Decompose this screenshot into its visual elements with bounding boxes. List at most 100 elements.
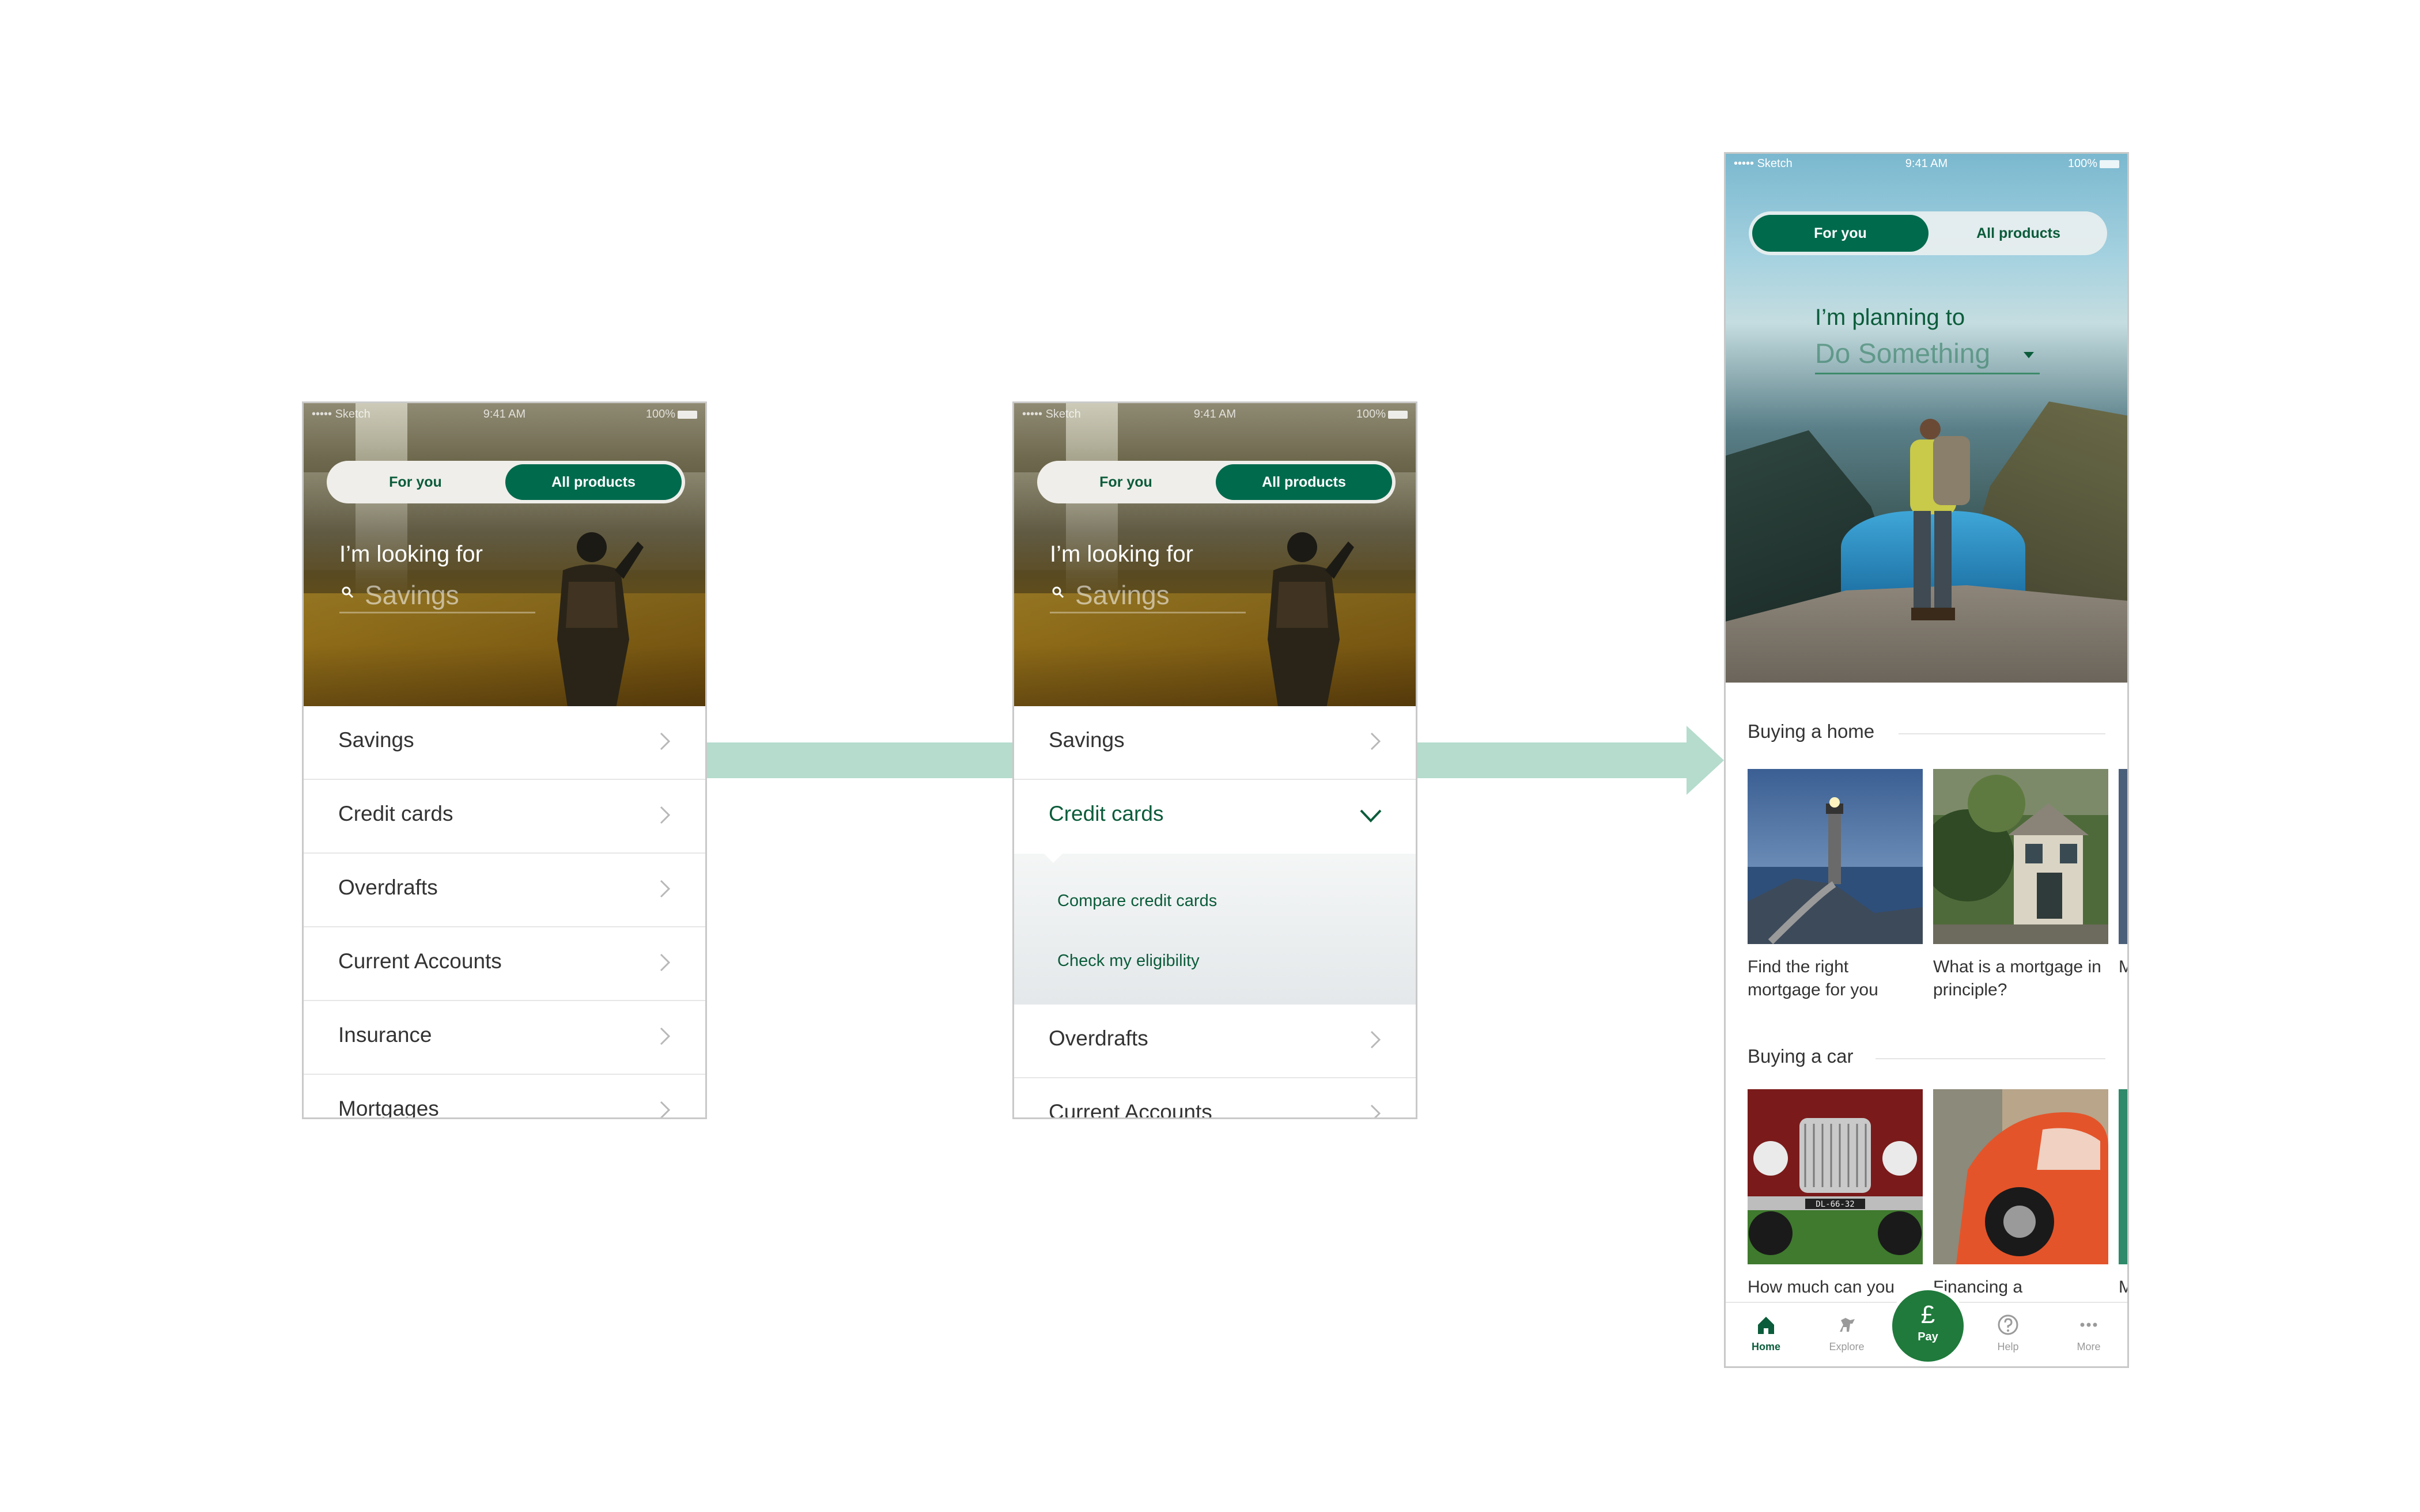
card-mortgage-for-you[interactable]: Find the right mortgage for you <box>1748 769 1923 1002</box>
list-item-overdrafts[interactable]: Overdrafts <box>304 854 705 927</box>
chevron-right-icon <box>660 732 671 751</box>
planning-select[interactable]: Do Something <box>1815 337 2040 374</box>
card-caption: M <box>2119 1276 2127 1299</box>
pay-button[interactable]: £ Pay <box>1889 1287 1967 1365</box>
home-icon <box>1758 1317 1774 1334</box>
check-eligibility-link[interactable]: Check my eligibility <box>1057 952 1200 971</box>
chevron-right-icon <box>660 953 671 972</box>
tab-home-label: Home <box>1751 1341 1780 1352</box>
card-financing-secondhand[interactable]: Financing a secondhand car <box>1933 1089 2108 1322</box>
product-toggle: For you All products <box>327 461 685 503</box>
tab-for-you[interactable]: For you <box>330 464 501 500</box>
battery-icon <box>2100 160 2119 168</box>
list-item-credit-cards-expanded[interactable]: Credit cards <box>1014 780 1416 854</box>
tab-help[interactable]: Help <box>1979 1313 2037 1353</box>
pay-label: Pay <box>1918 1331 1938 1343</box>
card-image-lighthouse <box>1748 769 1923 944</box>
compare-credit-cards-link[interactable]: Compare credit cards <box>1057 892 1217 911</box>
tab-all-products[interactable]: All products <box>1933 215 2104 252</box>
status-battery-label: 100% <box>1356 408 1386 420</box>
section-divider <box>1899 733 2105 734</box>
chevron-right-icon <box>1370 1104 1381 1117</box>
status-time: 9:41 AM <box>483 408 526 420</box>
hero-man-image <box>1268 532 1354 706</box>
hero-header: ••••• Sketch 9:41 AM 100% For you All pr… <box>1726 154 2127 683</box>
license-plate: DL-66-32 <box>1816 1200 1854 1209</box>
status-battery-label: 100% <box>2067 157 2097 170</box>
list-item-insurance[interactable]: Insurance <box>304 1001 705 1075</box>
card-mortgage-in-principle[interactable]: What is a mortgage in principle? <box>1933 769 2108 1002</box>
list-item-label: Credit cards <box>1049 802 1164 825</box>
beetle-car-image <box>1933 1089 2108 1264</box>
list-item-current-accounts[interactable]: Current Accounts <box>1014 1078 1416 1119</box>
card-caption: Find the right mortgage for you <box>1748 957 1878 999</box>
more-icon <box>2080 1322 2097 1327</box>
status-battery: 100% <box>646 408 697 421</box>
help-icon <box>1998 1314 2018 1335</box>
list-item-overdrafts[interactable]: Overdrafts <box>1014 1005 1416 1078</box>
lighthouse-image <box>1748 769 1923 944</box>
chevron-right-icon <box>660 1101 671 1117</box>
credit-cards-submenu: Compare credit cards Check my eligibilit… <box>1014 852 1416 1005</box>
chevron-right-icon <box>1370 732 1381 751</box>
status-battery: 100% <box>1356 408 1408 421</box>
pound-icon: £ <box>1920 1301 1935 1329</box>
list-item-mortgages[interactable]: Mortgages <box>304 1075 705 1119</box>
chevron-down-icon <box>1360 809 1382 823</box>
hero-man-image <box>557 532 644 706</box>
tab-for-you[interactable]: For you <box>1041 464 1211 500</box>
search-input[interactable]: Savings <box>339 577 535 613</box>
list-item-credit-cards[interactable]: Credit cards <box>304 780 705 854</box>
horse-icon <box>1840 1318 1855 1332</box>
card-caption: M <box>2119 956 2127 979</box>
card-how-much-borrow[interactable]: DL-66-32 How much can you borrow? <box>1748 1089 1923 1322</box>
chevron-right-icon <box>660 880 671 898</box>
product-toggle: For you All products <box>1037 461 1396 503</box>
hero-hiker-image <box>1910 419 1970 620</box>
list-item-label: Current Accounts <box>1049 1100 1212 1119</box>
planning-value: Do Something <box>1815 339 1991 369</box>
hero-title: I’m looking for <box>339 541 483 567</box>
screen-credit-cards-expanded: ••••• Sketch 9:41 AM 100% For you All pr… <box>1012 401 1417 1119</box>
search-icon <box>1052 586 1064 598</box>
list-item-label: Insurance <box>338 1023 432 1047</box>
tab-all-products[interactable]: All products <box>1216 464 1392 500</box>
list-item-savings[interactable]: Savings <box>1014 706 1416 780</box>
status-time: 9:41 AM <box>1905 157 1948 170</box>
search-value: Savings <box>365 580 459 610</box>
hero-header: ••••• Sketch 9:41 AM 100% For you All pr… <box>304 403 705 706</box>
card-caption: What is a mortgage in principle? <box>1933 957 2101 999</box>
chevron-right-icon <box>1370 1030 1381 1049</box>
card-image-partial <box>2119 769 2127 944</box>
status-battery: 100% <box>2068 157 2119 170</box>
section-title-buying-home: Buying a home <box>1748 721 1875 742</box>
list-item-savings[interactable]: Savings <box>304 706 705 780</box>
card-partial[interactable]: M <box>2119 1089 2127 1299</box>
tab-explore[interactable]: Explore <box>1818 1313 1875 1353</box>
card-partial[interactable]: M <box>2119 769 2127 979</box>
search-input[interactable]: Savings <box>1050 577 1246 613</box>
card-image-partial <box>2119 1089 2127 1264</box>
planning-title: I’m planning to <box>1815 305 1965 330</box>
tab-all-products[interactable]: All products <box>505 464 682 500</box>
product-list: Savings Credit cards Overdrafts Current … <box>304 706 705 1119</box>
screen-all-products: ••••• Sketch 9:41 AM 100% For you All pr… <box>302 401 707 1119</box>
caret-down-icon <box>2024 352 2034 358</box>
card-image-vintage-car: DL-66-32 <box>1748 1089 1923 1264</box>
list-item-label: Credit cards <box>338 802 453 825</box>
list-item-label: Mortgages <box>338 1097 439 1119</box>
list-item-label: Savings <box>1049 728 1125 752</box>
chevron-right-icon <box>660 806 671 824</box>
status-bar: ••••• Sketch 9:41 AM 100% <box>1726 154 2127 175</box>
list-item-current-accounts[interactable]: Current Accounts <box>304 927 705 1001</box>
battery-icon <box>1388 410 1408 419</box>
section-divider <box>1875 1058 2105 1059</box>
tab-more[interactable]: More <box>2060 1313 2118 1353</box>
tab-home[interactable]: Home <box>1737 1313 1795 1353</box>
list-item-label: Current Accounts <box>338 949 502 973</box>
hero-title: I’m looking for <box>1050 541 1193 567</box>
list-item-label: Overdrafts <box>338 876 438 899</box>
tab-for-you[interactable]: For you <box>1752 215 1929 252</box>
hero-header: ••••• Sketch 9:41 AM 100% For you All pr… <box>1014 403 1416 706</box>
status-time: 9:41 AM <box>1193 408 1237 420</box>
